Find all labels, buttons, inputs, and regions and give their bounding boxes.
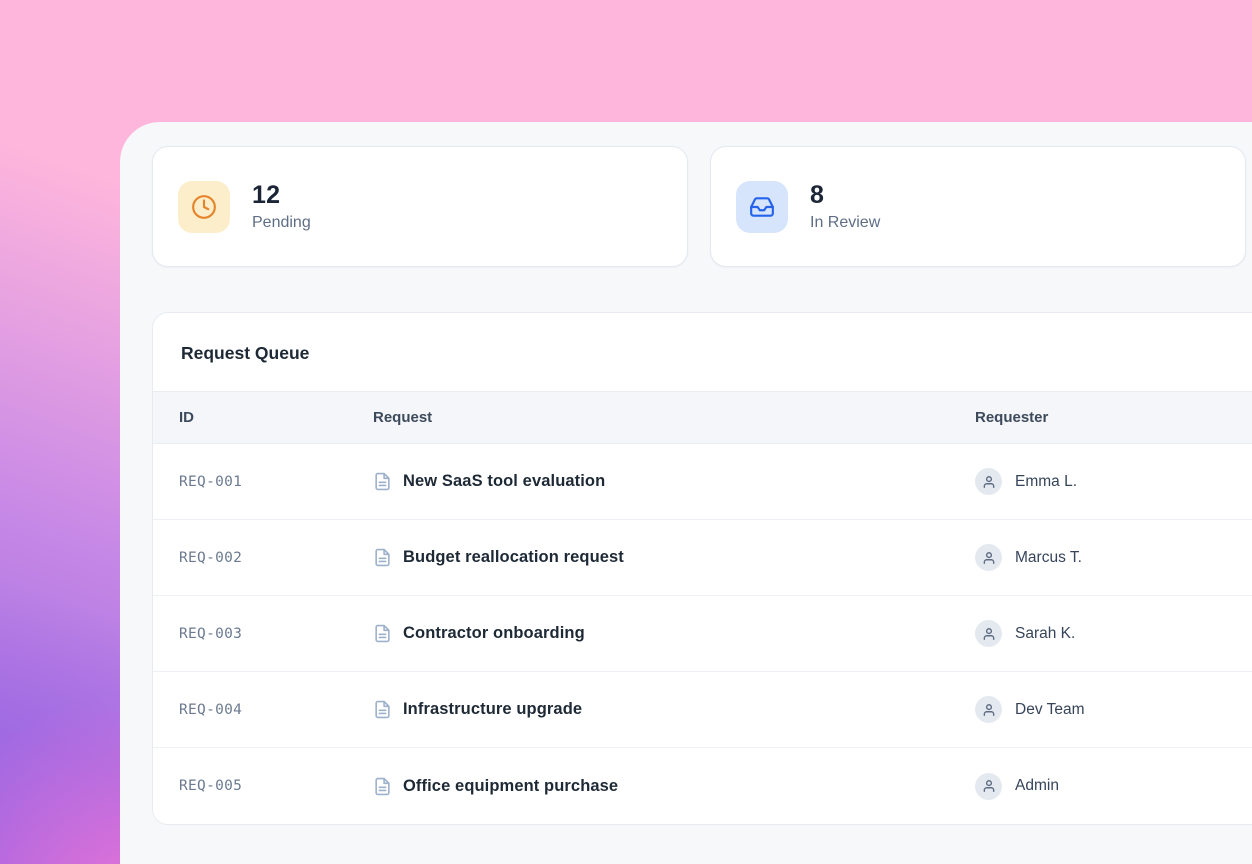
column-header-id: ID xyxy=(153,409,373,426)
user-avatar-icon xyxy=(975,696,1002,723)
user-avatar-icon xyxy=(975,468,1002,495)
request-id: REQ-005 xyxy=(153,778,373,794)
main-panel: 12 Pending 8 In Review Request Queue ID … xyxy=(120,122,1252,864)
stats-row: 12 Pending 8 In Review xyxy=(152,146,1246,267)
requester-name: Dev Team xyxy=(1015,701,1085,719)
pending-count: 12 xyxy=(252,180,311,210)
user-avatar-icon xyxy=(975,544,1002,571)
user-avatar-icon xyxy=(975,620,1002,647)
table-title: Request Queue xyxy=(153,313,1252,391)
in-review-count: 8 xyxy=(810,180,880,210)
request-title: Office equipment purchase xyxy=(403,777,618,796)
request-queue-card: Request Queue ID Request Requester REQ-0… xyxy=(152,312,1252,825)
table-body: REQ-001 New SaaS tool evaluation Emma L. xyxy=(153,444,1252,824)
table-row[interactable]: REQ-002 Budget reallocation request Marc… xyxy=(153,520,1252,596)
pending-label: Pending xyxy=(252,212,311,234)
file-text-icon xyxy=(373,700,392,719)
requester-name: Sarah K. xyxy=(1015,625,1075,643)
column-header-request: Request xyxy=(373,409,975,426)
table-row[interactable]: REQ-005 Office equipment purchase Admin xyxy=(153,748,1252,824)
file-text-icon xyxy=(373,548,392,567)
stat-card-pending: 12 Pending xyxy=(152,146,688,267)
request-id: REQ-004 xyxy=(153,702,373,718)
request-title: New SaaS tool evaluation xyxy=(403,472,605,491)
table-header-row: ID Request Requester xyxy=(153,391,1252,444)
table-row[interactable]: REQ-004 Infrastructure upgrade Dev Team xyxy=(153,672,1252,748)
table-row[interactable]: REQ-003 Contractor onboarding Sarah K. xyxy=(153,596,1252,672)
stat-card-in-review: 8 In Review xyxy=(710,146,1246,267)
table-row[interactable]: REQ-001 New SaaS tool evaluation Emma L. xyxy=(153,444,1252,520)
user-avatar-icon xyxy=(975,773,1002,800)
file-text-icon xyxy=(373,777,392,796)
request-id: REQ-003 xyxy=(153,626,373,642)
file-text-icon xyxy=(373,624,392,643)
request-title: Infrastructure upgrade xyxy=(403,700,582,719)
request-title: Contractor onboarding xyxy=(403,624,585,643)
file-text-icon xyxy=(373,472,392,491)
request-id: REQ-002 xyxy=(153,550,373,566)
requester-name: Emma L. xyxy=(1015,473,1077,491)
request-id: REQ-001 xyxy=(153,474,373,490)
inbox-icon xyxy=(736,181,788,233)
in-review-label: In Review xyxy=(810,212,880,234)
column-header-requester: Requester xyxy=(975,409,1252,426)
requester-name: Marcus T. xyxy=(1015,549,1082,567)
clock-icon xyxy=(178,181,230,233)
request-title: Budget reallocation request xyxy=(403,548,624,567)
requester-name: Admin xyxy=(1015,777,1059,795)
